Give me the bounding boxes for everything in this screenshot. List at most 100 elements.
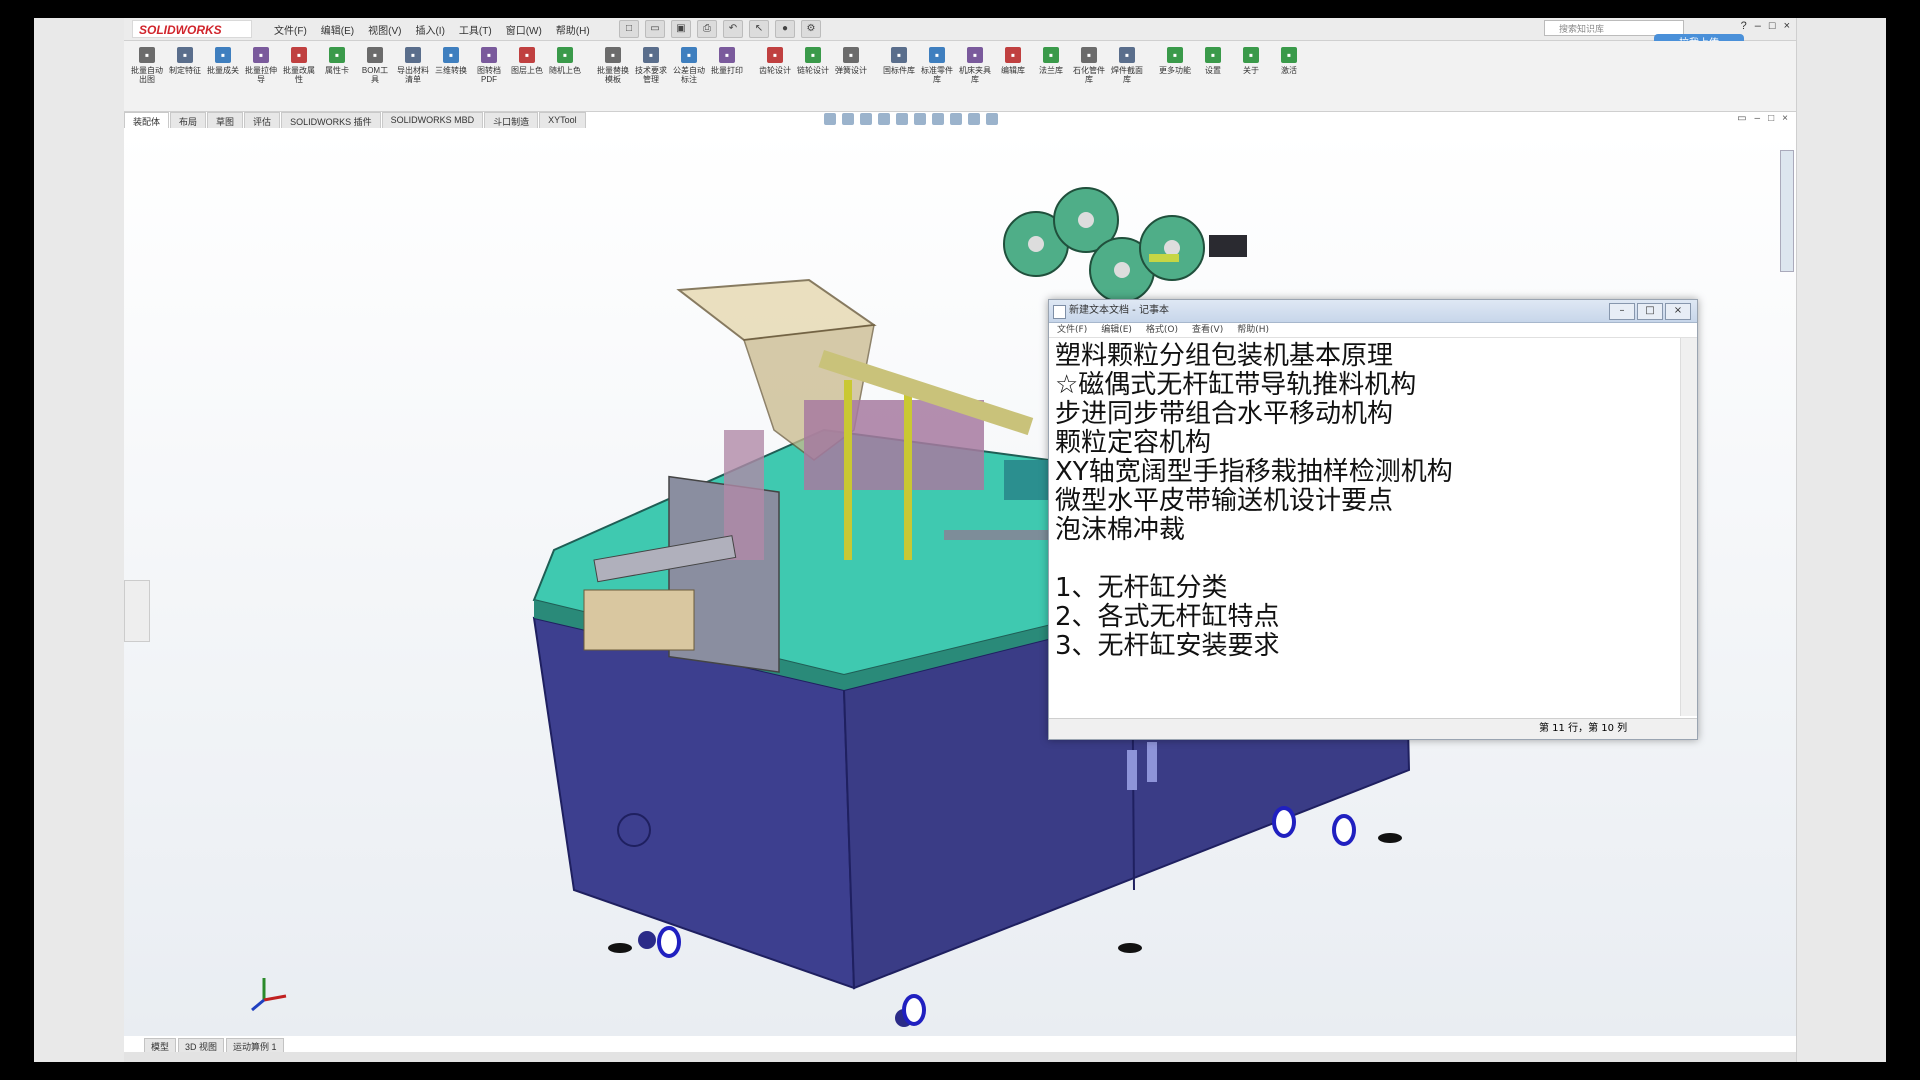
doc-maximize-icon[interactable]: □ bbox=[1768, 113, 1774, 124]
save-icon[interactable]: ▣ bbox=[671, 20, 691, 38]
minimize-icon[interactable]: – bbox=[1609, 303, 1635, 320]
scene-icon[interactable] bbox=[968, 113, 980, 125]
ribbon-button[interactable]: ▪ 法兰库 bbox=[1034, 47, 1068, 75]
notepad-menu-item[interactable]: 文件(F) bbox=[1057, 323, 1087, 337]
undo-icon[interactable]: ↶ bbox=[723, 20, 743, 38]
hide-show-icon[interactable] bbox=[932, 113, 944, 125]
ribbon-button[interactable]: ▪ BOM工具 bbox=[358, 47, 392, 84]
ribbon-button[interactable]: ▪ 随机上色 bbox=[548, 47, 582, 75]
ribbon-button[interactable]: ▪ 批量改属性 bbox=[282, 47, 316, 84]
open-icon[interactable]: ▭ bbox=[645, 20, 665, 38]
ribbon-button[interactable]: ▪ 批量打印 bbox=[710, 47, 744, 75]
ribbon-button[interactable]: ▪ 批量自动出图 bbox=[130, 47, 164, 84]
notepad-menu-item[interactable]: 帮助(H) bbox=[1237, 323, 1269, 337]
view-orientation-icon[interactable] bbox=[896, 113, 908, 125]
notepad-text-area[interactable]: 塑料颗粒分组包装机基本原理 ☆磁偶式无杆缸带导轨推料机构 步进同步带组合水平移动机构… bbox=[1049, 338, 1680, 716]
ribbon-button[interactable]: ▪ 批量成关 bbox=[206, 47, 240, 75]
ribbon-button-icon: ▪ bbox=[557, 47, 573, 63]
menu-item[interactable]: 编辑(E) bbox=[321, 22, 354, 37]
ribbon-button-label: 公差自动标注 bbox=[673, 66, 705, 84]
ribbon-button[interactable]: ▪ 图层上色 bbox=[510, 47, 544, 75]
notepad-menu-item[interactable]: 查看(V) bbox=[1192, 323, 1223, 337]
ribbon-button[interactable]: ▪ 编辑库 bbox=[996, 47, 1030, 75]
section-view-icon[interactable] bbox=[878, 113, 890, 125]
notepad-window[interactable]: 新建文本文档 - 记事本 – □ × 文件(F) 编辑(E) 格式(O) 查看(V) 帮… bbox=[1048, 299, 1698, 740]
appearance-icon[interactable] bbox=[950, 113, 962, 125]
ribbon-button[interactable]: ▪ 三维转换 bbox=[434, 47, 468, 75]
ribbon-button[interactable]: ▪ 关于 bbox=[1234, 47, 1268, 75]
ribbon-button-icon: ▪ bbox=[443, 47, 459, 63]
command-tab[interactable]: 斗口制造 bbox=[484, 112, 539, 128]
doc-minimize-icon[interactable]: – bbox=[1755, 113, 1761, 124]
ribbon-button[interactable]: ▪ 属性卡 bbox=[320, 47, 354, 75]
menu-item[interactable]: 工具(T) bbox=[459, 22, 492, 37]
ribbon-button[interactable]: ▪ 导出材料清单 bbox=[396, 47, 430, 84]
previous-view-icon[interactable] bbox=[860, 113, 872, 125]
notepad-text-line: 1、无杆缸分类 bbox=[1055, 573, 1228, 603]
ribbon-button-icon: ▪ bbox=[891, 47, 907, 63]
menu-item[interactable]: 文件(F) bbox=[274, 22, 307, 37]
command-tab[interactable]: 评估 bbox=[244, 112, 281, 128]
task-pane-tabs[interactable] bbox=[1780, 150, 1794, 272]
ribbon-button[interactable]: ▪ 国标件库 bbox=[882, 47, 916, 75]
display-style-icon[interactable] bbox=[914, 113, 926, 125]
minimize-icon[interactable]: – bbox=[1755, 20, 1761, 32]
select-icon[interactable]: ↖ bbox=[749, 20, 769, 38]
zoom-area-icon[interactable] bbox=[842, 113, 854, 125]
view-settings-icon[interactable] bbox=[986, 113, 998, 125]
ribbon-button[interactable]: ▪ 更多功能 bbox=[1158, 47, 1192, 75]
zoom-fit-icon[interactable] bbox=[824, 113, 836, 125]
command-tab[interactable]: SOLIDWORKS 插件 bbox=[281, 112, 381, 128]
notepad-menu-item[interactable]: 格式(O) bbox=[1146, 323, 1178, 337]
ribbon-button[interactable]: ▪ 石化管件库 bbox=[1072, 47, 1106, 84]
maximize-icon[interactable]: □ bbox=[1769, 20, 1776, 32]
command-tab[interactable]: 草图 bbox=[207, 112, 244, 128]
menu-item[interactable]: 窗口(W) bbox=[506, 22, 542, 37]
ribbon-button-label: 链轮设计 bbox=[797, 66, 829, 75]
ribbon-button[interactable]: ▪ 焊件截面库 bbox=[1110, 47, 1144, 84]
ribbon-button[interactable]: ▪ 激活 bbox=[1272, 47, 1306, 75]
ribbon-button-icon: ▪ bbox=[215, 47, 231, 63]
ribbon-button-label: 标准零件库 bbox=[921, 66, 953, 84]
print-icon[interactable]: ⎙ bbox=[697, 20, 717, 38]
ribbon-button[interactable]: ▪ 公差自动标注 bbox=[672, 47, 706, 84]
feature-manager-toggle[interactable] bbox=[124, 580, 150, 642]
menu-item[interactable]: 视图(V) bbox=[368, 22, 401, 37]
ribbon-button[interactable]: ▪ 批量拉伸导 bbox=[244, 47, 278, 84]
close-icon[interactable]: × bbox=[1784, 20, 1790, 32]
notepad-menu-item[interactable]: 编辑(E) bbox=[1101, 323, 1132, 337]
ribbon-button[interactable]: ▪ 制定特征 bbox=[168, 47, 202, 75]
rebuild-icon[interactable]: ● bbox=[775, 20, 795, 38]
menu-item[interactable]: 帮助(H) bbox=[556, 22, 590, 37]
solidworks-logo[interactable]: SOLIDWORKS bbox=[132, 20, 252, 38]
doc-close-icon[interactable]: × bbox=[1782, 113, 1788, 124]
doc-restore-icon[interactable]: ▭ bbox=[1737, 113, 1746, 124]
ribbon-button[interactable]: ▪ 图转档PDF bbox=[472, 47, 506, 84]
ribbon-button[interactable]: ▪ 弹簧设计 bbox=[834, 47, 868, 75]
command-tab[interactable]: 装配体 bbox=[124, 112, 170, 128]
ribbon-button[interactable]: ▪ 标准零件库 bbox=[920, 47, 954, 84]
ribbon-button[interactable]: ▪ 技术要求管理 bbox=[634, 47, 668, 84]
options-icon[interactable]: ⚙ bbox=[801, 20, 821, 38]
close-icon[interactable]: × bbox=[1665, 303, 1691, 320]
command-tab[interactable]: 布局 bbox=[170, 112, 207, 128]
vertical-scrollbar[interactable] bbox=[1680, 338, 1697, 716]
ribbon-button[interactable]: ▪ 机床夹具库 bbox=[958, 47, 992, 84]
help-icon[interactable]: ? bbox=[1741, 20, 1747, 32]
ribbon-button[interactable]: ▪ 齿轮设计 bbox=[758, 47, 792, 75]
ribbon-button[interactable]: ▪ 批量替换模板 bbox=[596, 47, 630, 84]
ribbon-button-label: 激活 bbox=[1281, 66, 1297, 75]
command-tab[interactable]: SOLIDWORKS MBD bbox=[381, 112, 484, 128]
maximize-icon[interactable]: □ bbox=[1637, 303, 1663, 320]
notepad-status-bar: 第 11 行，第 10 列 bbox=[1049, 718, 1697, 739]
ribbon-button-label: 国标件库 bbox=[883, 66, 915, 75]
ribbon-button-icon: ▪ bbox=[291, 47, 307, 63]
ribbon-button-label: 制定特征 bbox=[169, 66, 201, 75]
command-tab[interactable]: XYTool bbox=[539, 112, 586, 128]
ribbon-button[interactable]: ▪ 设置 bbox=[1196, 47, 1230, 75]
new-icon[interactable]: □ bbox=[619, 20, 639, 38]
ribbon-button-label: 图层上色 bbox=[511, 66, 543, 75]
ribbon-button[interactable]: ▪ 链轮设计 bbox=[796, 47, 830, 75]
menu-item[interactable]: 插入(I) bbox=[415, 22, 444, 37]
notepad-title-bar[interactable]: 新建文本文档 - 记事本 – □ × bbox=[1049, 300, 1697, 323]
